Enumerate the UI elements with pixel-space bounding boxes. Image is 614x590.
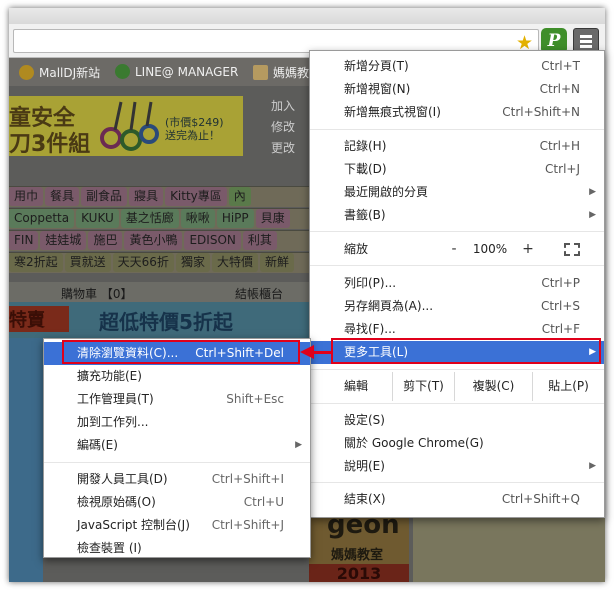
page-side-banner bbox=[9, 338, 43, 582]
menu-downloads[interactable]: 下載(D) Ctrl+J bbox=[310, 158, 604, 181]
category-item[interactable]: 餐具 bbox=[45, 187, 80, 206]
category-item[interactable]: FIN bbox=[9, 231, 39, 250]
more-tools-submenu: 清除瀏覽資料(C)... Ctrl+Shift+Del 擴充功能(E) 工作管理員… bbox=[43, 338, 311, 558]
zoom-out-button[interactable]: - bbox=[434, 238, 474, 261]
cart-link[interactable]: 購物車 【0】 bbox=[61, 285, 132, 302]
menu-new-window[interactable]: 新增視窗(N) Ctrl+N bbox=[310, 78, 604, 101]
category-item[interactable]: 寒2折起 bbox=[9, 253, 63, 272]
menu-recent-tabs[interactable]: 最近開啟的分頁 ▶ bbox=[310, 181, 604, 204]
submenu-arrow-icon: ▶ bbox=[589, 461, 596, 471]
join-link[interactable]: 加入 bbox=[271, 96, 295, 117]
category-item[interactable]: 娃娃城 bbox=[40, 231, 87, 250]
category-item[interactable]: EDISON bbox=[184, 231, 241, 250]
encoding-item[interactable]: 編碼(E) ▶ bbox=[44, 434, 310, 457]
menu-new-tab[interactable]: 新增分頁(T) Ctrl+T bbox=[310, 55, 604, 78]
folder-icon bbox=[253, 65, 268, 80]
category-item[interactable]: 副食品 bbox=[81, 187, 128, 206]
category-item[interactable]: 內 bbox=[228, 187, 251, 206]
category-item[interactable]: 天天66折 bbox=[112, 253, 174, 272]
paste-button[interactable]: 貼上(P) bbox=[532, 372, 604, 401]
category-item[interactable]: KUKU bbox=[76, 209, 119, 228]
cart-bar: 購物車 【0】 結帳櫃台 bbox=[9, 282, 319, 302]
menu-save-page[interactable]: 另存網頁為(A)... Ctrl+S bbox=[310, 295, 604, 318]
bookmark-malldj[interactable]: MallDJ新站 bbox=[19, 64, 100, 81]
change-link[interactable]: 更改 bbox=[271, 138, 295, 159]
submenu-arrow-icon: ▶ bbox=[589, 187, 596, 197]
category-row-2: Coppetta KUKU 基之恬廊 啾啾 HiPP 貝康 bbox=[9, 208, 319, 229]
sale-banner[interactable]: 特賣 超低特價5折起 bbox=[9, 302, 319, 338]
category-item[interactable]: 利其 bbox=[242, 231, 277, 250]
menu-separator bbox=[44, 462, 310, 463]
line-app-icon bbox=[115, 64, 130, 79]
bookmark-line-manager[interactable]: LINE@ MANAGER bbox=[115, 64, 238, 79]
menu-zoom-row: 縮放 - 100% + bbox=[310, 238, 604, 261]
menu-separator bbox=[310, 403, 604, 404]
copy-button[interactable]: 複製(C) bbox=[454, 372, 532, 401]
menu-separator bbox=[310, 231, 604, 232]
menu-bookmarks[interactable]: 書籤(B) ▶ bbox=[310, 204, 604, 227]
category-row-3: FIN 娃娃城 施巴 黃色小鴨 EDISON 利其 bbox=[9, 230, 319, 251]
fullscreen-icon[interactable] bbox=[564, 243, 580, 256]
developer-tools-item[interactable]: 開發人員工具(D) Ctrl+Shift+I bbox=[44, 468, 310, 491]
annotation-arrow-icon bbox=[300, 345, 314, 359]
cut-button[interactable]: 剪下(T) bbox=[392, 372, 454, 401]
category-item[interactable]: 啾啾 bbox=[180, 209, 215, 228]
menu-print[interactable]: 列印(P)... Ctrl+P bbox=[310, 272, 604, 295]
zoom-in-button[interactable]: + bbox=[508, 238, 548, 261]
task-manager-item[interactable]: 工作管理員(T) Shift+Esc bbox=[44, 388, 310, 411]
category-item[interactable]: Coppetta bbox=[9, 209, 75, 228]
menu-new-incognito[interactable]: 新增無痕式視窗(I) Ctrl+Shift+N bbox=[310, 101, 604, 124]
view-source-item[interactable]: 檢視原始碼(O) Ctrl+U bbox=[44, 491, 310, 514]
menu-separator bbox=[310, 369, 604, 370]
chrome-menu: 新增分頁(T) Ctrl+T 新增視窗(N) Ctrl+N 新增無痕式視窗(I) Ct… bbox=[309, 50, 605, 518]
extensions-item[interactable]: 擴充功能(E) bbox=[44, 365, 310, 388]
submenu-arrow-icon: ▶ bbox=[589, 210, 596, 220]
edit-link[interactable]: 修改 bbox=[271, 117, 295, 138]
category-row-4: 寒2折起 買就送 天天66折 獨家 大特價 新鮮 bbox=[9, 252, 319, 273]
category-item[interactable]: 獨家 bbox=[175, 253, 210, 272]
menu-exit[interactable]: 結束(X) Ctrl+Shift+Q bbox=[310, 488, 604, 511]
annotation-box-more-tools bbox=[331, 338, 601, 364]
category-item[interactable]: 寢具 bbox=[129, 187, 164, 206]
category-item[interactable]: 黃色小鴨 bbox=[124, 231, 183, 250]
javascript-console-item[interactable]: JavaScript 控制台(J) Ctrl+Shift+J bbox=[44, 514, 310, 537]
submenu-arrow-icon: ▶ bbox=[295, 440, 302, 450]
menu-separator bbox=[310, 482, 604, 483]
menu-separator bbox=[310, 129, 604, 130]
menu-settings[interactable]: 設定(S) bbox=[310, 409, 604, 432]
category-row-1: 用巾 餐具 副食品 寢具 Kitty專區內 bbox=[9, 186, 319, 207]
category-item[interactable]: 大特價 bbox=[211, 253, 258, 272]
promo-banner[interactable]: 童安全 刀3件組 (市價$249) 送完為止！ bbox=[9, 96, 243, 157]
menu-separator bbox=[310, 265, 604, 266]
annotation-box-clear-data bbox=[62, 340, 300, 364]
category-item[interactable]: Kitty專區 bbox=[165, 187, 227, 206]
category-item[interactable]: 貝康 bbox=[255, 209, 290, 228]
category-item[interactable]: 新鮮 bbox=[259, 253, 294, 272]
inspect-devices-item[interactable]: 檢查裝置 (I) bbox=[44, 537, 310, 560]
menu-help[interactable]: 說明(E) ▶ bbox=[310, 455, 604, 478]
bookmark-folder[interactable]: 媽媽教 bbox=[253, 64, 309, 81]
zoom-level: 100% bbox=[472, 242, 508, 256]
account-links: 加入 修改 更改 bbox=[271, 96, 295, 159]
menu-edit-row: 編輯 剪下(T) 複製(C) 貼上(P) bbox=[310, 372, 604, 401]
tab-strip bbox=[9, 8, 605, 24]
scissors-image bbox=[100, 101, 159, 151]
category-item[interactable]: HiPP bbox=[216, 209, 254, 228]
menu-about-chrome[interactable]: 關於 Google Chrome(G) bbox=[310, 432, 604, 455]
category-item[interactable]: 基之恬廊 bbox=[120, 209, 179, 228]
checkout-link[interactable]: 結帳櫃台 bbox=[235, 285, 283, 302]
add-to-taskbar-item[interactable]: 加到工作列... bbox=[44, 411, 310, 434]
category-item[interactable]: 用巾 bbox=[9, 187, 44, 206]
category-item[interactable]: 施巴 bbox=[88, 231, 123, 250]
menu-history[interactable]: 記錄(H) Ctrl+H bbox=[310, 135, 604, 158]
category-item[interactable]: 買就送 bbox=[64, 253, 111, 272]
heart-icon bbox=[19, 65, 34, 80]
